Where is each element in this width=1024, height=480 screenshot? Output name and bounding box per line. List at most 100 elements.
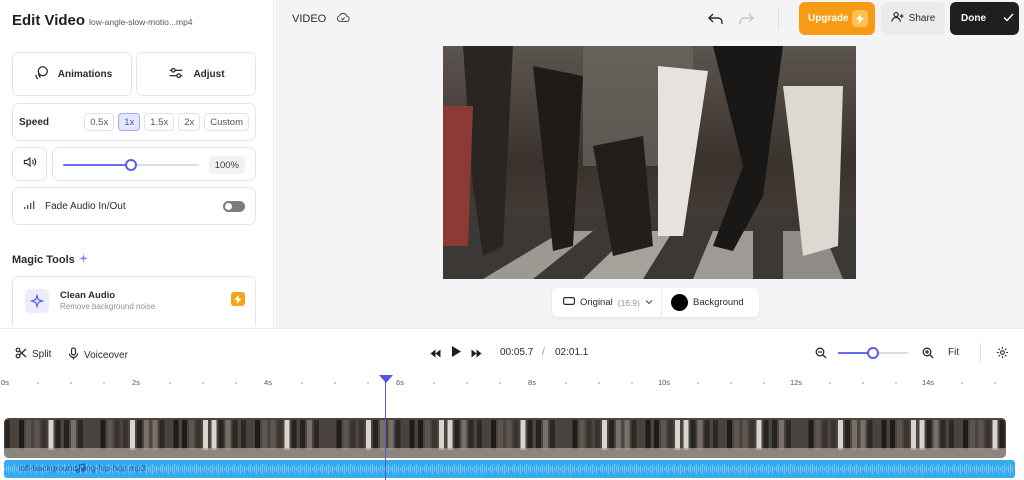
speed-option-2[interactable]: 1.5x <box>144 113 175 131</box>
done-label: Done <box>961 13 986 24</box>
media-type-indicator: VIDEO <box>292 12 350 26</box>
fade-audio-row: Fade Audio In/Out <box>12 187 256 225</box>
mute-button[interactable] <box>12 147 47 181</box>
panel-header: Edit Video low-angle-slow-motio...mp4 <box>12 12 193 29</box>
ruler-tick <box>433 382 435 384</box>
split-button[interactable]: Split <box>15 347 51 362</box>
video-preview[interactable] <box>443 46 856 279</box>
share-button[interactable]: Share <box>881 2 945 35</box>
video-thumbnails <box>4 418 1006 458</box>
audio-track-label: lofi-background-vlog-hip-hop.mp3 <box>16 463 146 473</box>
speed-option-1[interactable]: 1x <box>118 113 141 131</box>
aspect-ratio-select[interactable]: Original (16:9) <box>552 288 662 317</box>
aspect-ratio-icon <box>563 297 576 308</box>
ruler-tick <box>103 382 105 384</box>
canvas-area: VIDEO Upgrade Share Done Original (16:9)… <box>275 0 1024 328</box>
ruler-label: 6s <box>396 378 404 387</box>
speed-option-4[interactable]: Custom <box>204 113 249 131</box>
ruler-tick <box>598 382 600 384</box>
volume-value: 100% <box>208 156 245 174</box>
play-button[interactable] <box>450 345 462 363</box>
timeline-settings-button[interactable] <box>996 346 1009 364</box>
ruler-label: 2s <box>132 378 140 387</box>
zoom-thumb[interactable] <box>867 347 879 359</box>
rewind-button[interactable] <box>430 345 441 363</box>
ruler-tick <box>994 382 996 384</box>
magic-tools-title: Magic Tools <box>12 254 75 266</box>
media-type-label: VIDEO <box>292 13 327 25</box>
file-name: low-angle-slow-motio...mp4 <box>89 17 193 27</box>
volume-fill <box>63 164 131 166</box>
redo-button[interactable] <box>736 10 756 28</box>
zoom-in-button[interactable] <box>922 346 934 364</box>
time-ruler[interactable]: 0s 2s 4s 6s 8s 10s 12s 14s <box>0 375 1024 391</box>
speed-control: Speed 0.5x 1x 1.5x 2x Custom <box>12 103 256 141</box>
volume-thumb[interactable] <box>125 159 137 171</box>
total-duration: 02:01.1 <box>555 347 589 358</box>
speed-option-3[interactable]: 2x <box>178 113 201 131</box>
ruler-tick <box>235 382 237 384</box>
scissors-icon <box>15 347 27 362</box>
fast-forward-button[interactable] <box>471 345 482 363</box>
zoom-slider[interactable] <box>838 347 908 359</box>
ruler-tick <box>70 382 72 384</box>
adjust-button[interactable]: Adjust <box>136 52 256 96</box>
ruler-tick <box>961 382 963 384</box>
rewind-icon <box>430 349 441 358</box>
panel-title: Edit Video <box>12 12 86 29</box>
clean-audio-title: Clean Audio <box>60 290 116 301</box>
edit-panel: Edit Video low-angle-slow-motio...mp4 An… <box>0 0 274 328</box>
speed-label: Speed <box>19 116 50 128</box>
video-frame-image <box>443 46 856 279</box>
clean-audio-card[interactable]: Clean Audio Remove background noise <box>12 276 256 326</box>
ruler-tick <box>697 382 699 384</box>
microphone-icon <box>68 347 79 363</box>
voiceover-button[interactable]: Voiceover <box>68 347 128 363</box>
animations-button[interactable]: Animations <box>12 52 132 96</box>
add-user-icon <box>890 11 904 26</box>
upgrade-button[interactable]: Upgrade <box>799 2 875 35</box>
sparkle-icon <box>78 253 89 267</box>
playhead[interactable] <box>385 380 386 480</box>
fit-button[interactable]: Fit <box>948 347 959 358</box>
magic-tools-heading: Magic Tools <box>12 253 89 267</box>
premium-bolt-icon <box>231 292 245 306</box>
fade-audio-toggle[interactable] <box>223 200 245 212</box>
time-separator: / <box>542 347 545 358</box>
done-button[interactable]: Done <box>950 2 1019 35</box>
undo-button[interactable] <box>706 10 726 28</box>
volume-slider[interactable] <box>63 159 199 171</box>
ruler-tick <box>829 382 831 384</box>
zoom-out-icon <box>815 347 827 359</box>
background-button[interactable]: Background <box>662 294 759 311</box>
animations-icon <box>32 64 50 85</box>
animations-label: Animations <box>57 68 113 80</box>
ruler-tick <box>37 382 39 384</box>
timeline-divider <box>980 343 981 363</box>
ruler-label: 10s <box>657 378 671 387</box>
speed-option-0[interactable]: 0.5x <box>84 113 115 131</box>
checkmark-icon <box>1003 13 1014 25</box>
redo-icon <box>736 13 756 32</box>
aspect-label: Original <box>580 297 613 308</box>
ruler-tick <box>862 382 864 384</box>
toggle-knob <box>225 202 232 210</box>
fade-audio-label: Fade Audio In/Out <box>45 200 126 212</box>
playhead-handle[interactable] <box>379 375 393 383</box>
ruler-tick <box>466 382 468 384</box>
ruler-tick <box>763 382 765 384</box>
ruler-tick <box>334 382 336 384</box>
ruler-tick <box>499 382 501 384</box>
adjust-label: Adjust <box>193 68 225 80</box>
voiceover-label: Voiceover <box>84 349 128 361</box>
ruler-label: 0s <box>1 378 9 387</box>
video-track-clip[interactable] <box>4 418 1006 458</box>
canvas-options: Original (16:9) Background <box>552 288 759 317</box>
ruler-tick <box>169 382 171 384</box>
audio-track-clip[interactable]: lofi-background-vlog-hip-hop.mp3 <box>4 460 1015 478</box>
clean-audio-subtitle: Remove background noise <box>60 302 156 311</box>
ruler-tick <box>367 382 369 384</box>
ruler-tick <box>301 382 303 384</box>
signal-bars-icon <box>23 197 35 215</box>
zoom-out-button[interactable] <box>815 346 827 364</box>
